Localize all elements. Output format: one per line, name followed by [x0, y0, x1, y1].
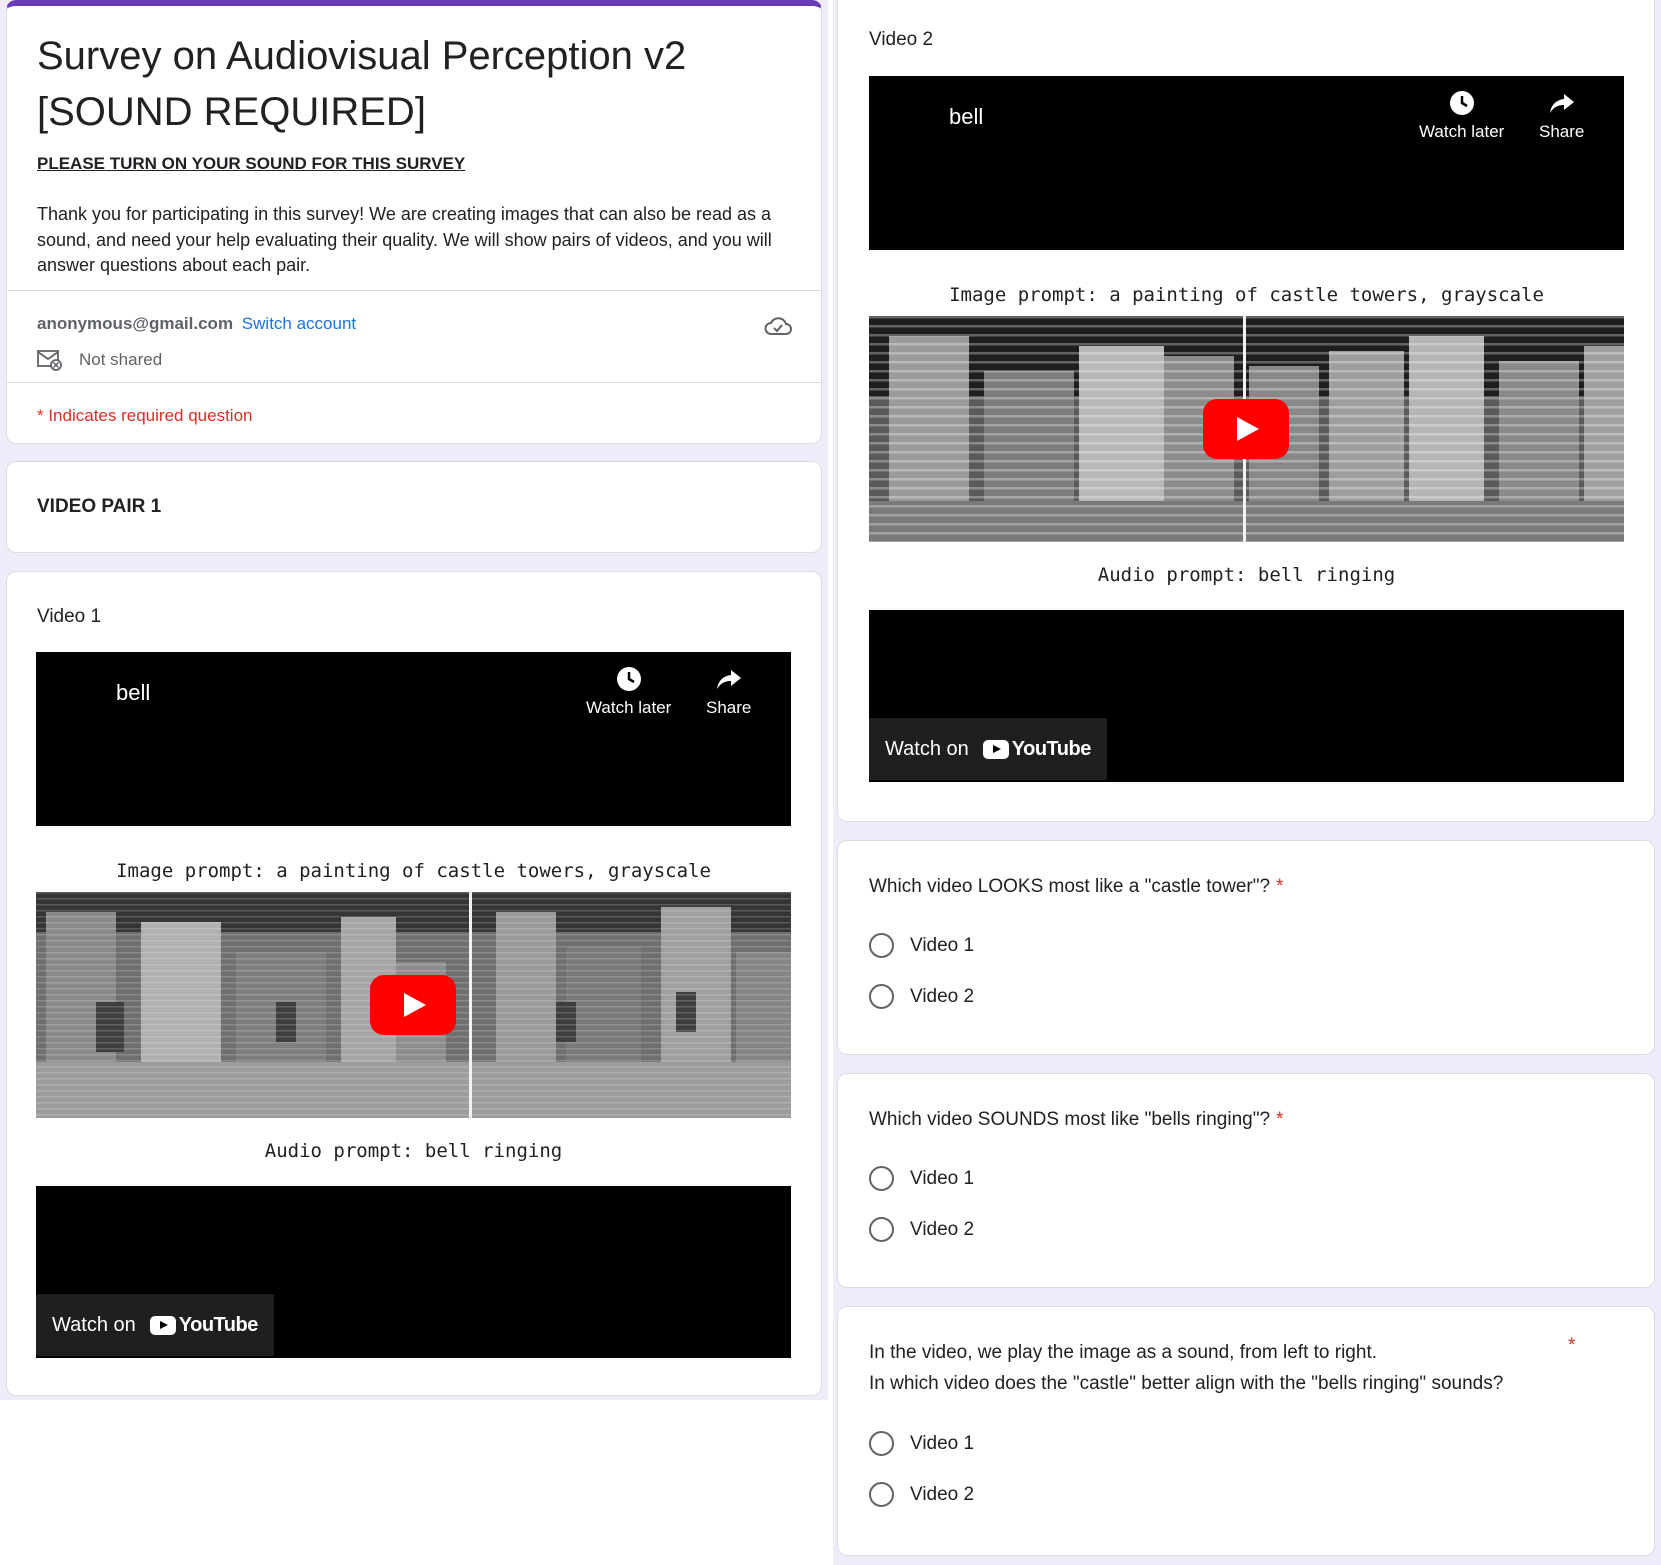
clock-icon [616, 667, 641, 691]
video-bottom-bar: Watch on YouTube [869, 610, 1624, 782]
youtube-logo-icon: YouTube [982, 737, 1092, 761]
section-header-card: VIDEO PAIR 1 [6, 461, 822, 553]
watch-on-label: Watch on [885, 737, 969, 760]
question-card-sounds: Which video SOUNDS most like "bells ring… [837, 1073, 1655, 1288]
video-1-card: Video 1 bell Watch later Share Image pro… [6, 571, 822, 1396]
watch-later-label: Watch later [1419, 122, 1505, 141]
youtube-wordmark: YouTube [1011, 737, 1092, 760]
option-label: Video 1 [910, 1167, 975, 1189]
radio-button[interactable] [869, 1217, 894, 1242]
share-label: Share [706, 698, 752, 717]
spectrogram-divider [469, 892, 472, 1118]
image-prompt-caption: Image prompt: a painting of castle tower… [116, 860, 711, 882]
share-button[interactable]: Share [1539, 90, 1584, 142]
castle-spectrogram-image [869, 316, 1624, 542]
share-arrow-icon [1549, 94, 1574, 113]
video-top-bar: bell Watch later Share [869, 76, 1624, 250]
radio-button[interactable] [869, 933, 894, 958]
question-text: Which video SOUNDS most like "bells ring… [869, 1109, 1271, 1130]
video-title[interactable]: bell [949, 104, 983, 130]
form-header-card: Survey on Audiovisual Perception v2 [SOU… [6, 0, 822, 444]
option-video-2[interactable]: Video 2 [869, 984, 974, 1009]
video-title[interactable]: bell [116, 680, 150, 706]
radio-button[interactable] [869, 1482, 894, 1507]
share-button[interactable]: Share [706, 666, 751, 718]
question-card-looks: Which video LOOKS most like a "castle to… [837, 840, 1655, 1055]
radio-button[interactable] [869, 1166, 894, 1191]
question-title: Which video SOUNDS most like "bells ring… [869, 1104, 1283, 1135]
option-label: Video 1 [910, 1432, 975, 1454]
form-description: Thank you for participating in this surv… [37, 204, 772, 275]
question-text: Which video LOOKS most like a "castle to… [869, 876, 1271, 897]
option-video-1[interactable]: Video 1 [869, 1166, 974, 1191]
question-title: In the video, we play the image as a sou… [869, 1337, 1589, 1399]
video-bottom-bar: Watch on YouTube [36, 1186, 791, 1358]
section-title: VIDEO PAIR 1 [37, 496, 162, 517]
left-column: Survey on Audiovisual Perception v2 [SOU… [0, 0, 828, 1400]
watch-on-youtube-button[interactable]: Watch on YouTube [36, 1294, 274, 1356]
option-video-2[interactable]: Video 2 [869, 1482, 974, 1507]
required-asterisk: * [1568, 1335, 1576, 1356]
cloud-saved-icon [764, 317, 792, 335]
option-label: Video 2 [910, 985, 975, 1007]
option-video-2[interactable]: Video 2 [869, 1217, 974, 1242]
radio-button[interactable] [869, 984, 894, 1009]
castle-spectrogram-image [36, 892, 791, 1118]
youtube-embed-2[interactable]: bell Watch later Share Image prompt: a p… [869, 76, 1624, 782]
question-card-alignment: In the video, we play the image as a sou… [837, 1306, 1655, 1556]
required-asterisk: * [1276, 876, 1284, 897]
not-shared-label: Not shared [79, 350, 163, 369]
form-title: Survey on Audiovisual Perception v2 [SOU… [37, 34, 687, 134]
watch-later-button[interactable]: Watch later [586, 666, 671, 718]
right-column: Video 2 bell Watch later Share Image pro… [833, 0, 1661, 1565]
option-label: Video 2 [910, 1218, 975, 1240]
audio-prompt-caption: Audio prompt: bell ringing [264, 1140, 563, 1162]
switch-account-link[interactable]: Switch account [242, 314, 356, 333]
youtube-wordmark: YouTube [178, 1313, 259, 1336]
video-label: Video 1 [37, 606, 102, 627]
divider [7, 290, 821, 291]
radio-button[interactable] [869, 1431, 894, 1456]
video-label: Video 2 [869, 29, 934, 50]
account-email: anonymous@gmail.com [37, 314, 234, 333]
mail-not-shared-icon [37, 350, 62, 371]
sharing-status: Not shared [37, 349, 162, 371]
question-title: Which video LOOKS most like a "castle to… [869, 871, 1283, 902]
youtube-logo-icon: YouTube [149, 1313, 259, 1337]
required-note: * Indicates required question [37, 406, 253, 425]
share-arrow-icon [716, 670, 741, 689]
audio-prompt-caption: Audio prompt: bell ringing [1097, 564, 1396, 586]
option-video-1[interactable]: Video 1 [869, 933, 974, 958]
watch-later-button[interactable]: Watch later [1419, 90, 1504, 142]
clock-icon [1449, 91, 1474, 115]
play-button[interactable] [1203, 399, 1289, 459]
question-text-line-2: In which video does the "castle" better … [869, 1373, 1504, 1394]
share-label: Share [1539, 122, 1585, 141]
play-button[interactable] [370, 975, 456, 1035]
video-2-card: Video 2 bell Watch later Share Image pro… [837, 0, 1655, 822]
watch-on-label: Watch on [52, 1313, 136, 1336]
video-top-bar: bell Watch later Share [36, 652, 791, 826]
sound-notice: PLEASE TURN ON YOUR SOUND FOR THIS SURVE… [37, 154, 466, 173]
image-prompt-caption: Image prompt: a painting of castle tower… [949, 284, 1544, 306]
required-asterisk: * [1276, 1109, 1284, 1130]
divider [7, 382, 821, 383]
option-label: Video 1 [910, 934, 975, 956]
account-row: anonymous@gmail.com Switch account [37, 314, 356, 334]
watch-on-youtube-button[interactable]: Watch on YouTube [869, 718, 1107, 780]
option-label: Video 2 [910, 1483, 975, 1505]
question-text-line-1: In the video, we play the image as a sou… [869, 1342, 1377, 1363]
youtube-embed-1[interactable]: bell Watch later Share Image prompt: a p… [36, 652, 791, 1358]
option-video-1[interactable]: Video 1 [869, 1431, 974, 1456]
watch-later-label: Watch later [586, 698, 672, 717]
